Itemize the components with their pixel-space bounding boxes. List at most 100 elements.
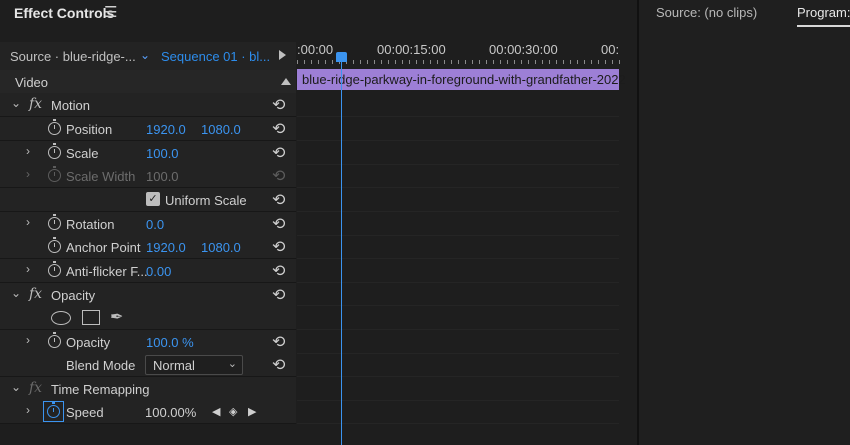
param-row-scale: › Scale 100.0 ⟲ <box>0 141 296 165</box>
opacity-label: Opacity <box>51 288 96 303</box>
speed-value[interactable]: 100.00% <box>145 405 196 420</box>
stopwatch-icon[interactable] <box>48 143 61 159</box>
reset-icon[interactable]: ⟲ <box>272 285 285 304</box>
blend-mode-label: Blend Mode <box>66 358 136 373</box>
effect-row-opacity[interactable]: ⌄ fx Opacity ⟲ <box>0 283 296 307</box>
clip-bar[interactable]: blue-ridge-parkway-in-foreground-with-gr… <box>297 69 626 90</box>
clip-selector-row: Source · blue-ridge-... ⌄ Sequence 01 · … <box>0 42 296 71</box>
stopwatch-icon[interactable] <box>48 332 61 348</box>
blend-mode-value: Normal <box>153 358 195 373</box>
timeline-row <box>297 93 619 117</box>
param-row-speed: › Speed 100.00% ◀ ◈ ▶ <box>0 400 296 424</box>
position-x-value[interactable]: 1920.0 <box>146 122 186 137</box>
fx-icon[interactable]: fx <box>29 286 42 302</box>
pen-mask-icon[interactable]: ✒ <box>110 307 123 327</box>
effect-timeline[interactable]: :00:00 00:00:15:00 00:00:30:00 00: blue-… <box>297 42 626 445</box>
effect-row-time-remapping[interactable]: ⌄ fx Time Remapping <box>0 377 296 401</box>
source-clip-label[interactable]: Source · blue-ridge-... <box>10 49 136 64</box>
reset-icon[interactable]: ⟲ <box>272 119 285 138</box>
opacity-value[interactable]: 100.0 % <box>146 335 194 350</box>
scroll-up-icon[interactable] <box>281 78 291 85</box>
stopwatch-icon[interactable] <box>48 119 61 135</box>
chevron-right-icon[interactable]: › <box>26 262 30 276</box>
chevron-right-icon[interactable]: › <box>26 333 30 347</box>
panel-title[interactable]: Effect Controls <box>14 5 114 21</box>
anchor-point-y-value[interactable]: 1080.0 <box>201 240 241 255</box>
param-row-anchor-point: Anchor Point 1920.0 1080.0 ⟲ <box>0 235 296 259</box>
clip-name: blue-ridge-parkway-in-foreground-with-gr… <box>302 72 626 87</box>
reset-icon[interactable]: ⟲ <box>272 95 285 114</box>
scale-width-value: 100.0 <box>146 169 179 184</box>
monitor-panel: Source: (no clips) Program: <box>639 0 850 445</box>
stopwatch-icon <box>48 166 61 182</box>
timeline-row <box>297 306 619 330</box>
fx-icon: fx <box>29 380 43 396</box>
show-timeline-toggle-icon[interactable] <box>279 50 286 60</box>
fx-icon[interactable]: fx <box>29 96 42 112</box>
tab-source-monitor[interactable]: Source: (no clips) <box>656 5 757 20</box>
sequence-clip-label[interactable]: Sequence 01 · bl... <box>161 49 270 64</box>
timecode-tick: 00: <box>601 42 620 57</box>
timecode-tick: 00:00:15:00 <box>377 42 446 57</box>
param-row-scale-width: › Scale Width 100.0 ⟲ <box>0 164 296 188</box>
param-row-blend-mode: Blend Mode Normal ⌄ ⟲ <box>0 353 296 377</box>
scale-value[interactable]: 100.0 <box>146 146 179 161</box>
uniform-scale-checkbox[interactable]: ✓ <box>146 192 160 206</box>
timeline-row <box>297 235 619 259</box>
scale-label: Scale <box>66 146 99 161</box>
panel-menu-icon[interactable]: ☰ <box>104 3 117 21</box>
previous-keyframe-icon[interactable]: ◀ <box>212 405 220 418</box>
reset-icon: ⟲ <box>272 166 286 185</box>
timecode-tick: :00:00 <box>297 42 334 57</box>
speed-label: Speed <box>66 405 104 420</box>
effect-row-motion[interactable]: ⌄ fx Motion ⟲ <box>0 93 296 117</box>
param-row-rotation: › Rotation 0.0 ⟲ <box>0 212 296 236</box>
stopwatch-icon[interactable] <box>47 402 60 418</box>
timeline-row <box>297 117 619 141</box>
rectangle-mask-icon[interactable] <box>82 310 100 325</box>
chevron-down-icon[interactable]: ⌄ <box>11 380 21 394</box>
reset-icon[interactable]: ⟲ <box>272 190 285 209</box>
chevron-down-icon[interactable]: ⌄ <box>11 286 21 300</box>
chevron-right-icon: › <box>26 167 30 181</box>
reset-icon[interactable]: ⟲ <box>272 332 285 351</box>
param-row-opacity: › Opacity 100.0 % ⟲ <box>0 330 296 354</box>
timecode-tick: 00:00:30:00 <box>489 42 558 57</box>
chevron-right-icon[interactable]: › <box>26 403 30 417</box>
param-row-anti-flicker: › Anti-flicker F... 0.00 ⟲ <box>0 259 296 283</box>
playhead-handle[interactable] <box>336 52 347 62</box>
stopwatch-icon[interactable] <box>48 214 61 230</box>
param-row-position: Position 1920.0 1080.0 ⟲ <box>0 117 296 141</box>
anchor-point-x-value[interactable]: 1920.0 <box>146 240 186 255</box>
anti-flicker-value[interactable]: 0.00 <box>146 264 171 279</box>
reset-icon[interactable]: ⟲ <box>272 143 285 162</box>
anti-flicker-label: Anti-flicker F... <box>66 264 148 279</box>
chevron-down-icon[interactable]: ⌄ <box>11 96 21 110</box>
reset-icon[interactable]: ⟲ <box>272 237 285 256</box>
reset-icon[interactable]: ⟲ <box>272 355 285 374</box>
stopwatch-icon[interactable] <box>48 237 61 253</box>
chevron-right-icon[interactable]: › <box>26 144 30 158</box>
stopwatch-icon[interactable] <box>48 261 61 277</box>
timeline-row <box>297 212 619 236</box>
position-y-value[interactable]: 1080.0 <box>201 122 241 137</box>
time-remapping-label: Time Remapping <box>51 382 150 397</box>
ellipse-mask-icon[interactable] <box>51 311 71 325</box>
playhead-line[interactable] <box>341 56 342 445</box>
video-section-header: Video <box>0 70 296 94</box>
reset-icon[interactable]: ⟲ <box>272 214 285 233</box>
timeline-row <box>297 353 619 377</box>
next-keyframe-icon[interactable]: ▶ <box>248 405 256 418</box>
panel-header: Effect Controls ☰ <box>0 0 637 28</box>
reset-icon[interactable]: ⟲ <box>272 261 285 280</box>
uniform-scale-label: Uniform Scale <box>165 193 247 208</box>
tab-program-monitor[interactable]: Program: <box>797 5 850 20</box>
chevron-down-icon[interactable]: ⌄ <box>140 48 150 62</box>
blend-mode-select[interactable]: Normal ⌄ <box>145 355 243 375</box>
video-section-label: Video <box>15 75 49 90</box>
rotation-value[interactable]: 0.0 <box>146 217 164 232</box>
timeline-row <box>297 141 619 165</box>
add-keyframe-icon[interactable]: ◈ <box>229 405 237 418</box>
chevron-right-icon[interactable]: › <box>26 215 30 229</box>
timeline-row <box>297 400 619 424</box>
